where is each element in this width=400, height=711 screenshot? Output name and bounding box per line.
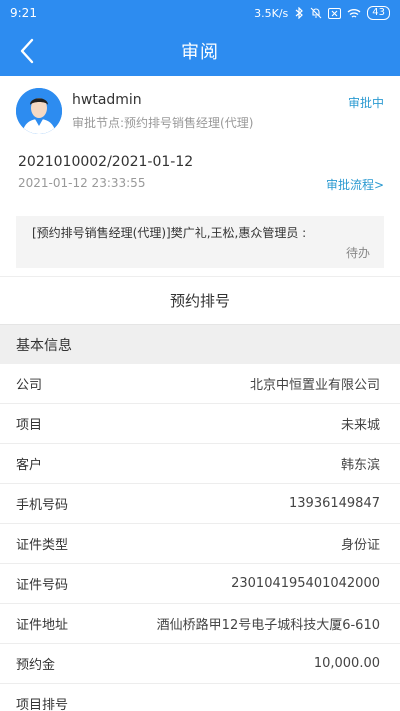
field-label: 手机号码 <box>16 498 69 513</box>
field-row-project: 项目 未来城 <box>0 404 400 444</box>
chevron-left-icon <box>20 38 34 64</box>
field-row-queue-number: 项目排号 <box>0 684 400 711</box>
field-label: 项目排号 <box>16 698 69 711</box>
field-row-deposit: 预约金 10,000.00 <box>0 644 400 684</box>
field-label: 证件号码 <box>16 578 69 593</box>
field-label: 证件类型 <box>16 538 69 553</box>
status-bar: 9:21 3.5K/s 43 <box>0 0 400 26</box>
applicant-card: hwtadmin 审批节点:预约排号销售经理(代理) 审批中 202101000… <box>0 76 400 216</box>
approval-flow-box: [预约排号销售经理(代理)]樊广礼,王松,惠众管理员 : 待办 <box>16 216 384 268</box>
field-value: 韩东滨 <box>340 458 380 473</box>
field-value: 北京中恒置业有限公司 <box>249 378 380 393</box>
document-number: 2021010002/2021-01-12 <box>18 154 194 170</box>
page-title: 审阅 <box>181 42 219 63</box>
sim-card-x-icon <box>328 7 342 19</box>
flow-status: 待办 <box>345 246 370 260</box>
battery-indicator: 43 <box>367 6 390 20</box>
section-header: 基本信息 <box>0 324 400 364</box>
field-row-id-address: 证件地址 酒仙桥路甲12号电子城科技大厦6-610 <box>0 604 400 644</box>
network-speed: 3.5K/s <box>254 6 289 20</box>
approval-flow-link[interactable]: 审批流程> <box>326 176 384 193</box>
document-time: 2021-01-12 23:33:55 <box>18 176 146 190</box>
field-value: 身份证 <box>340 538 380 553</box>
field-row-company: 公司 北京中恒置业有限公司 <box>0 364 400 404</box>
back-button[interactable] <box>10 26 44 76</box>
field-row-phone: 手机号码 13936149847 <box>0 484 400 524</box>
field-label: 公司 <box>16 378 43 393</box>
field-value: 230104195401042000 <box>231 576 380 591</box>
field-value: 未来城 <box>340 418 380 433</box>
avatar <box>16 88 62 134</box>
field-row-id-number: 证件号码 230104195401042000 <box>0 564 400 604</box>
section-title: 预约排号 <box>0 276 400 324</box>
field-label: 证件地址 <box>16 618 69 633</box>
field-label: 客户 <box>16 458 43 473</box>
field-value: 13936149847 <box>289 496 380 511</box>
field-row-customer: 客户 韩东滨 <box>0 444 400 484</box>
field-label: 预约金 <box>16 658 56 673</box>
mute-bell-icon <box>310 7 322 19</box>
field-row-id-type: 证件类型 身份证 <box>0 524 400 564</box>
field-value: 酒仙桥路甲12号电子城科技大厦6-610 <box>156 618 380 633</box>
applicant-name: hwtadmin <box>72 92 142 108</box>
approval-node: 审批节点:预约排号销售经理(代理) <box>72 116 254 130</box>
flow-approvers: [预约排号销售经理(代理)]樊广礼,王松,惠众管理员 : <box>32 226 307 240</box>
status-icons: 3.5K/s 43 <box>254 6 390 20</box>
bluetooth-icon <box>294 7 304 19</box>
field-value: 10,000.00 <box>313 656 380 671</box>
title-bar: 审阅 <box>0 26 400 76</box>
wifi-icon <box>347 8 361 19</box>
status-badge: 审批中 <box>347 96 384 110</box>
field-label: 项目 <box>16 418 43 433</box>
clock: 9:21 <box>10 6 37 20</box>
